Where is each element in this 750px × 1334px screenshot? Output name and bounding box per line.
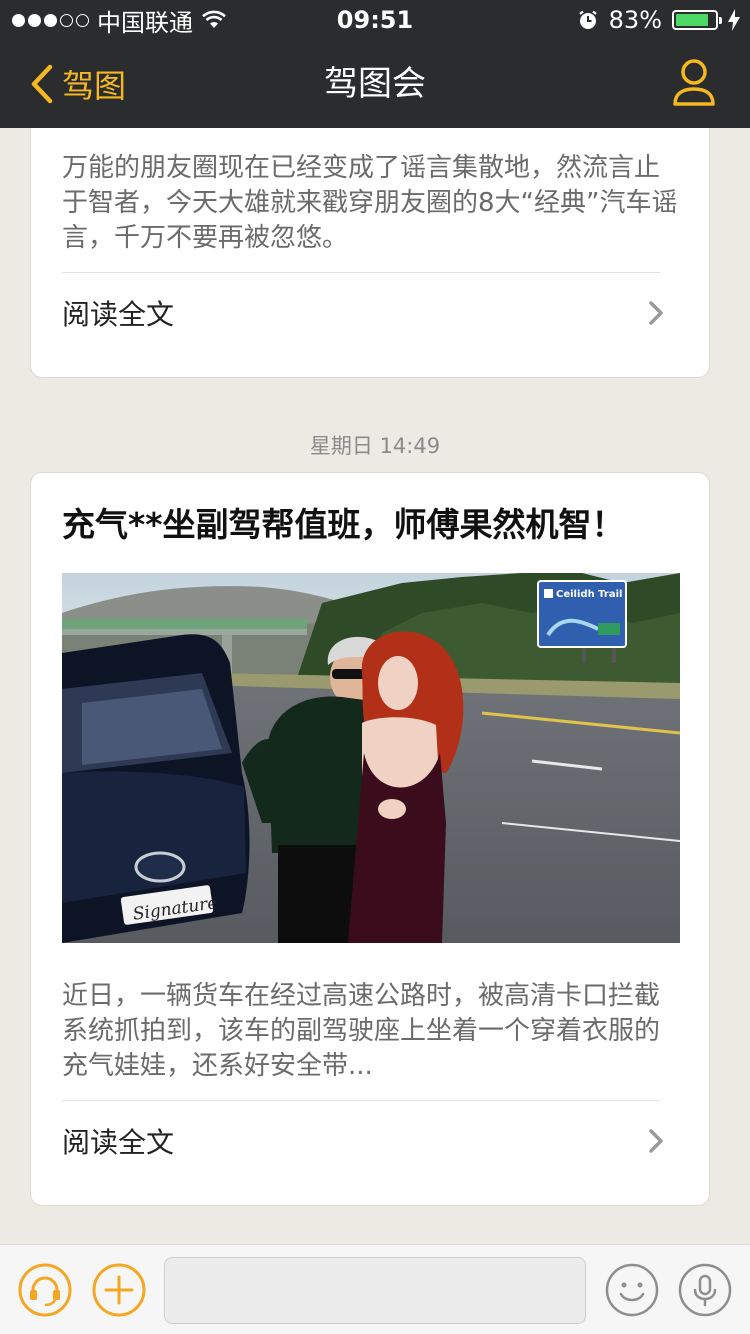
status-right: 83% — [577, 0, 740, 40]
status-bar: 中国联通 09:51 83% — [0, 0, 750, 40]
article-card[interactable]: 万能的朋友圈现在已经变成了谣言集散地，然流言止于智者，今天大雄就来戳穿朋友圈的8… — [30, 128, 710, 378]
road-sign-text: Ceilidh Trail — [556, 589, 622, 600]
article-photo[interactable]: Ceilidh Trail Signature — [62, 573, 680, 943]
chevron-right-icon — [649, 301, 663, 325]
chat-input-bar — [0, 1244, 750, 1334]
read-more-row[interactable]: 阅读全文 — [62, 1101, 664, 1181]
status-left: 中国联通 — [12, 0, 227, 40]
read-more-label: 阅读全文 — [62, 1126, 175, 1159]
wifi-icon — [202, 10, 226, 28]
message-input[interactable] — [164, 1257, 586, 1324]
microphone-icon[interactable] — [677, 1262, 733, 1318]
user-profile-icon[interactable] — [672, 58, 716, 108]
message-feed[interactable]: 万能的朋友圈现在已经变成了谣言集散地，然流言止于智者，今天大雄就来戳穿朋友圈的8… — [0, 128, 750, 1244]
article-summary: 万能的朋友圈现在已经变成了谣言集散地，然流言止于智者，今天大雄就来戳穿朋友圈的8… — [62, 153, 678, 253]
read-more-row[interactable]: 阅读全文 — [62, 273, 664, 353]
headset-icon[interactable] — [17, 1262, 73, 1318]
article-summary: 近日，一辆货车在经过高速公路时，被高清卡口拦截系统抓拍到，该车的副驾驶座上坐着一… — [62, 981, 661, 1081]
emoji-icon[interactable] — [604, 1262, 660, 1318]
battery-percent: 83% — [608, 6, 662, 34]
alarm-clock-icon — [578, 10, 597, 29]
chevron-right-icon — [649, 1129, 663, 1153]
battery-fill — [676, 14, 708, 26]
battery-icon — [672, 10, 722, 30]
read-more-label: 阅读全文 — [62, 298, 175, 331]
signal-strength-icon — [12, 13, 89, 27]
article-photo-illustration: Ceilidh Trail Signature — [62, 573, 680, 943]
message-timestamp: 星期日 14:49 — [309, 434, 441, 458]
carrier-name: 中国联通 — [97, 8, 193, 37]
back-chevron-icon — [31, 64, 53, 104]
article-card[interactable]: 充气**坐副驾帮值班，师傅果然机智！ Ceilidh Trail Signatu… — [30, 472, 710, 1206]
nav-bar: 驾图 驾图会 — [0, 40, 750, 128]
charging-bolt-icon — [728, 9, 740, 31]
back-label: 驾图 — [62, 67, 127, 105]
plus-icon[interactable] — [91, 1262, 147, 1318]
back-button[interactable]: 驾图 — [30, 40, 126, 128]
article-title: 充气**坐副驾帮值班，师傅果然机智！ — [62, 505, 625, 544]
